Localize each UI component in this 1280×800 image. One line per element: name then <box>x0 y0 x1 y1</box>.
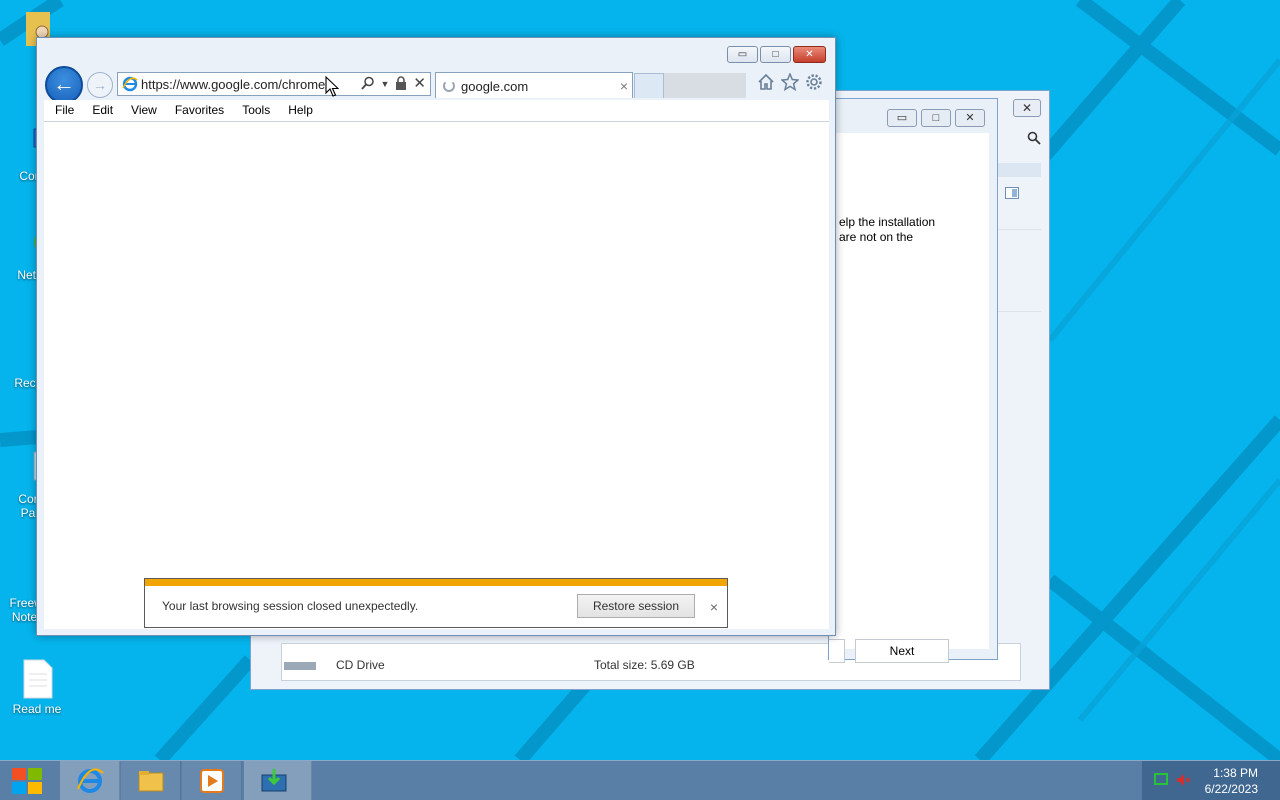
taskbar-internet-explorer[interactable] <box>60 761 120 800</box>
volume-muted-icon[interactable] <box>1176 773 1190 787</box>
start-button[interactable] <box>0 761 56 800</box>
instructions-line: are not on the <box>839 230 914 244</box>
text-file-icon <box>20 658 54 699</box>
next-button[interactable]: Next <box>855 639 949 663</box>
minimize-button[interactable]: ▭ <box>727 46 758 63</box>
loading-spinner-icon <box>443 80 455 92</box>
close-button[interactable]: ✕ <box>1013 99 1041 117</box>
windows-logo-icon <box>12 768 42 794</box>
menu-bar: File Edit View Favorites Tools Help <box>44 100 829 122</box>
internet-explorer-icon <box>77 768 104 793</box>
lock-icon[interactable] <box>395 76 407 93</box>
arrow-right-icon: → <box>93 77 107 93</box>
drive-label: CD Drive <box>336 658 385 672</box>
internet-explorer-window: ▭ □ ✕ ← → https://www.google.com/chrome/… <box>36 37 836 636</box>
cd-drive-icon <box>284 662 316 670</box>
setup-installer-icon <box>261 769 287 792</box>
menu-view[interactable]: View <box>122 100 166 121</box>
setup-window-inner: ▭ □ ✕ elp the installation are not on th… <box>828 98 998 663</box>
favorites-star-icon[interactable] <box>780 72 800 96</box>
clock[interactable]: 1:38 PM 6/22/2023 <box>1205 765 1258 797</box>
instructions-line: elp the installation <box>839 215 936 229</box>
ie-page-icon <box>122 76 138 92</box>
setup-instructions: elp the installation are not on the <box>839 215 987 245</box>
page-content-area[interactable] <box>44 122 829 629</box>
address-tools: ▼ ✕ <box>360 76 426 93</box>
desktop-icon-read-me[interactable]: Read me <box>0 658 74 716</box>
network-status-icon[interactable] <box>1154 773 1168 785</box>
setup-content: elp the installation are not on the Next <box>829 133 989 663</box>
clock-time: 1:38 PM <box>1213 766 1258 780</box>
dropdown-arrow-icon[interactable]: ▼ <box>381 76 390 93</box>
divider <box>997 311 1041 312</box>
close-button[interactable]: ✕ <box>793 46 826 63</box>
preview-pane-icon[interactable] <box>1005 187 1019 199</box>
url-text[interactable]: https://www.google.com/chrome/ <box>141 77 331 92</box>
clock-date: 6/22/2023 <box>1204 782 1258 796</box>
notification-close-icon[interactable]: × <box>710 599 718 615</box>
search-icon[interactable] <box>1027 131 1041 148</box>
notification-message: Your last browsing session closed unexpe… <box>162 599 419 613</box>
taskbar-file-explorer[interactable] <box>121 761 181 800</box>
menu-file[interactable]: File <box>46 100 83 121</box>
menu-help[interactable]: Help <box>279 100 322 121</box>
desktop: Us Com Netw Recyc Cor Pa Freewa Note n <box>0 0 1280 760</box>
taskbar: 1:38 PM 6/22/2023 <box>0 760 1280 800</box>
window-caption-buttons: ▭ □ ✕ <box>727 46 826 63</box>
window-caption-buttons: ▭ □ ✕ <box>887 109 985 127</box>
menu-favorites[interactable]: Favorites <box>166 100 233 121</box>
desktop-icon-label: Read me <box>12 702 62 716</box>
restore-session-button[interactable]: Restore session <box>577 594 695 618</box>
taskbar-media-player[interactable] <box>182 761 242 800</box>
maximize-button[interactable]: □ <box>921 109 951 127</box>
new-tab-button[interactable] <box>634 73 664 98</box>
taskbar-setup[interactable] <box>244 761 312 800</box>
address-bar[interactable]: https://www.google.com/chrome/ ▼ ✕ <box>117 72 431 96</box>
back-button[interactable]: ← <box>45 66 83 104</box>
search-icon[interactable] <box>360 76 375 93</box>
forward-button[interactable]: → <box>87 72 113 98</box>
notification-stripe <box>145 579 727 586</box>
title-bar[interactable]: ▭ □ ✕ <box>37 38 835 68</box>
tab-google[interactable]: google.com × <box>435 72 633 98</box>
tab-title: google.com <box>461 79 529 94</box>
home-icon[interactable] <box>757 73 775 96</box>
media-player-icon <box>200 769 224 793</box>
stop-icon[interactable]: ✕ <box>413 76 426 93</box>
close-button[interactable]: ✕ <box>955 109 985 127</box>
minimize-button[interactable]: ▭ <box>887 109 917 127</box>
maximize-button[interactable]: □ <box>760 46 791 63</box>
mouse-cursor-icon <box>325 76 339 97</box>
tab-strip-spacer <box>664 73 746 98</box>
arrow-left-icon: ← <box>53 71 75 96</box>
session-restore-notification: Your last browsing session closed unexpe… <box>144 578 728 628</box>
back-button[interactable] <box>829 639 845 663</box>
folder-icon <box>138 771 164 792</box>
gear-icon[interactable] <box>805 73 823 96</box>
menu-tools[interactable]: Tools <box>233 100 279 121</box>
tab-close-icon[interactable]: × <box>620 78 628 94</box>
drive-size: Total size: 5.69 GB <box>594 658 695 672</box>
command-icons <box>757 72 823 96</box>
divider <box>997 229 1041 230</box>
menu-edit[interactable]: Edit <box>83 100 122 121</box>
panel-header-strip <box>997 163 1041 177</box>
system-tray: 1:38 PM 6/22/2023 <box>1142 761 1280 800</box>
